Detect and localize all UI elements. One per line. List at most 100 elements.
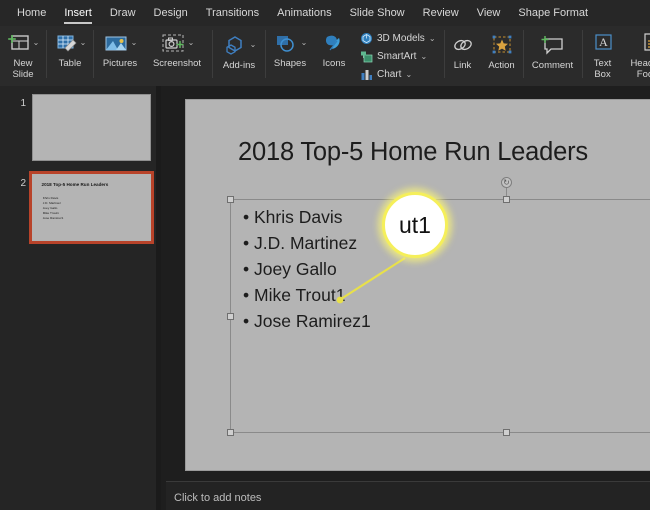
icons-button[interactable]: Icons: [314, 26, 354, 69]
comment-label: Comment: [531, 60, 574, 71]
screenshot-icon-row: ⌄: [160, 30, 195, 56]
3d-models-icon: [360, 32, 373, 45]
comment-icon-row: [540, 32, 566, 58]
thumbnail-row-2[interactable]: 2 2018 Top-5 Home Run Leaders Khris Davi…: [6, 171, 154, 244]
ribbon-group-table: ⌄ Table: [47, 26, 93, 86]
resize-handle-top-center[interactable]: [503, 196, 510, 203]
resize-handle-top-left[interactable]: [227, 196, 234, 203]
ribbon-group-text: A Text Box Hea Fo: [583, 26, 650, 86]
new-slide-chevron-down-icon[interactable]: ⌄: [33, 39, 40, 47]
pictures-icon: [103, 32, 129, 54]
menu-item-insert[interactable]: Insert: [55, 0, 101, 26]
comment-icon: [540, 35, 566, 55]
slide-canvas-area: 2018 Top-5 Home Run Leaders Khris Davis …: [166, 86, 650, 510]
shapes-chevron-down-icon[interactable]: ⌄: [301, 39, 308, 47]
smartart-icon: [360, 50, 373, 63]
shapes-label: Shapes: [273, 58, 307, 69]
bullet-item[interactable]: Jose Ramirez1: [243, 308, 371, 334]
comment-button[interactable]: Comment: [524, 26, 582, 71]
menu-item-design[interactable]: Design: [145, 0, 197, 26]
pane-divider[interactable]: [156, 86, 161, 510]
screenshot-button[interactable]: ⌄ Screenshot: [146, 26, 208, 69]
screenshot-icon: [160, 32, 186, 54]
slide-thumbnail-1[interactable]: [32, 94, 151, 161]
pictures-chevron-down-icon[interactable]: ⌄: [131, 39, 138, 47]
addins-icon-row: ⌄: [222, 32, 257, 58]
bullet-item[interactable]: Mike Trout1: [243, 282, 371, 308]
smartart-button[interactable]: SmartArt ⌄: [360, 48, 436, 65]
resize-handle-bottom-center[interactable]: [503, 429, 510, 436]
notes-pane[interactable]: Click to add notes: [166, 482, 650, 510]
header-footer-icon-row: [639, 30, 650, 56]
new-slide-button[interactable]: ⌄ New Slide: [0, 26, 46, 80]
icons-icon: [321, 32, 347, 54]
menu-item-shape-format[interactable]: Shape Format: [509, 0, 597, 26]
action-button[interactable]: Action: [481, 26, 523, 71]
magnifier-callout: ut1: [382, 192, 448, 258]
icons-icon-row: [321, 30, 347, 56]
smartart-label: SmartArt: [377, 51, 417, 62]
shapes-button[interactable]: ⌄ Shapes: [266, 26, 314, 69]
menu-bar: Home Insert Draw Design Transitions Anim…: [0, 0, 650, 26]
ribbon-group-addins: ⌄ Add-ins: [213, 26, 265, 86]
link-button[interactable]: Link: [445, 26, 481, 71]
ribbon-group-illustrations: ⌄ Shapes Icons 3D Models ⌄ SmartArt ⌄ Ch…: [266, 26, 442, 86]
screenshot-label: Screenshot: [152, 58, 202, 69]
link-label: Link: [453, 60, 472, 71]
slide-thumbnail-2[interactable]: 2018 Top-5 Home Run Leaders Khris Davis …: [29, 171, 154, 244]
table-label: Table: [58, 58, 82, 69]
table-chevron-down-icon[interactable]: ⌄: [80, 39, 87, 47]
table-icon: [54, 32, 78, 54]
new-slide-icon: [7, 32, 31, 54]
addins-button[interactable]: ⌄ Add-ins: [213, 26, 265, 71]
shapes-icon-row: ⌄: [273, 30, 308, 56]
pictures-button[interactable]: ⌄ Pictures: [94, 26, 146, 69]
menu-item-draw[interactable]: Draw: [101, 0, 145, 26]
chart-icon: [360, 68, 373, 81]
slide-thumbnail-pane[interactable]: 1 2 2018 Top-5 Home Run Leaders Khris Da…: [0, 86, 161, 510]
addins-chevron-down-icon[interactable]: ⌄: [250, 41, 257, 49]
3d-models-label: 3D Models: [377, 33, 425, 44]
menu-item-home[interactable]: Home: [8, 0, 55, 26]
menu-item-view[interactable]: View: [468, 0, 510, 26]
notes-placeholder[interactable]: Click to add notes: [174, 492, 261, 504]
thumbnail-title-2: 2018 Top-5 Home Run Leaders: [41, 182, 109, 188]
pictures-label: Pictures: [102, 58, 138, 69]
resize-handle-bottom-left[interactable]: [227, 429, 234, 436]
header-footer-button[interactable]: Header & Footer: [623, 26, 650, 80]
magnifier-text: ut1: [399, 211, 431, 238]
screenshot-chevron-down-icon[interactable]: ⌄: [188, 39, 195, 47]
3d-models-button[interactable]: 3D Models ⌄: [360, 30, 436, 47]
header-footer-label: Header & Footer: [630, 58, 650, 80]
menu-item-slide-show[interactable]: Slide Show: [341, 0, 414, 26]
chart-button[interactable]: Chart ⌄: [360, 66, 436, 83]
slide-title[interactable]: 2018 Top-5 Home Run Leaders: [238, 138, 588, 167]
thumbnail-row-1[interactable]: 1: [6, 94, 151, 161]
text-box-button[interactable]: A Text Box: [583, 26, 623, 80]
action-label: Action: [488, 60, 515, 71]
bullet-item[interactable]: Khris Davis: [243, 204, 371, 230]
action-icon: [490, 35, 514, 55]
action-icon-row: [490, 32, 514, 58]
bullet-list[interactable]: Khris Davis J.D. Martinez Joey Gallo Mik…: [243, 204, 371, 334]
bullet-item[interactable]: Joey Gallo: [243, 256, 371, 282]
powerpoint-window: Home Insert Draw Design Transitions Anim…: [0, 0, 650, 510]
chart-chevron-down-icon[interactable]: ⌄: [405, 70, 412, 79]
smartart-chevron-down-icon[interactable]: ⌄: [420, 52, 427, 61]
text-box-icon-row: A: [591, 30, 615, 56]
bullet-item[interactable]: J.D. Martinez: [243, 230, 371, 256]
chart-label: Chart: [377, 69, 402, 80]
table-button[interactable]: ⌄ Table: [47, 26, 93, 69]
menu-item-transitions[interactable]: Transitions: [197, 0, 268, 26]
slide-surface[interactable]: 2018 Top-5 Home Run Leaders Khris Davis …: [186, 100, 650, 470]
link-icon: [451, 35, 475, 55]
3d-models-chevron-down-icon[interactable]: ⌄: [429, 34, 436, 43]
resize-handle-middle-left[interactable]: [227, 313, 234, 320]
pictures-icon-row: ⌄: [103, 30, 138, 56]
ribbon-group-links: Link Action: [445, 26, 523, 86]
menu-item-animations[interactable]: Animations: [268, 0, 340, 26]
menu-item-review[interactable]: Review: [414, 0, 468, 26]
rotate-icon[interactable]: ↻: [501, 177, 512, 188]
ribbon-group-slides: ⌄ New Slide: [0, 26, 46, 86]
shapes-icon: [273, 32, 299, 54]
